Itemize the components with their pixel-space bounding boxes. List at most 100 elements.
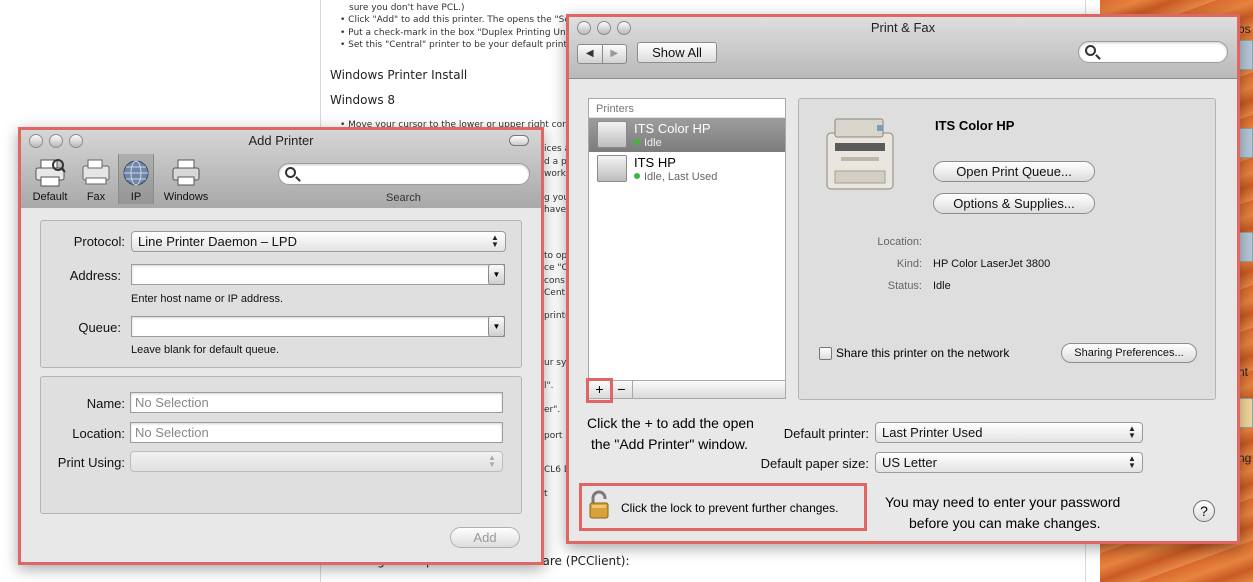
doc-line: sure you don't have PCL.) <box>349 3 465 13</box>
toolbar-windows[interactable]: Windows <box>159 158 213 203</box>
toolbar-fax-label: Fax <box>86 191 106 203</box>
toolbar-ip[interactable]: IP <box>118 154 154 204</box>
toolbar-default[interactable]: Default <box>27 158 73 203</box>
print-fax-search-field[interactable] <box>1078 41 1228 63</box>
print-fax-search-input[interactable] <box>1099 44 1221 60</box>
desktop-icon-label: ng <box>1238 451 1252 465</box>
name-placeholder: No Selection <box>135 395 209 410</box>
fax-icon <box>80 158 112 188</box>
address-field[interactable]: ▼ <box>131 264 505 285</box>
address-hint: Enter host name or IP address. <box>131 293 284 305</box>
printer-list: Printers ITS Color HP Idle ITS HP Idle, … <box>588 98 786 381</box>
paper-size-label: Default paper size: <box>760 456 869 471</box>
doc-heading: Windows 8 <box>330 93 396 107</box>
doc-fragment: l". <box>544 381 554 391</box>
paper-size-value: US Letter <box>882 455 937 470</box>
print-using-popup[interactable]: ▲ ▼ <box>130 451 503 472</box>
queue-label: Queue: <box>78 320 121 335</box>
minimize-button[interactable] <box>49 134 63 148</box>
window-title: Add Printer <box>248 133 314 148</box>
sharing-preferences-button[interactable]: Sharing Preferences... <box>1061 343 1197 363</box>
add-button-highlight <box>586 378 613 403</box>
share-printer-label: Share this printer on the network <box>836 346 1010 360</box>
back-arrow-icon[interactable]: ◀ <box>578 45 602 63</box>
toolbar-ip-label: IP <box>130 191 142 203</box>
window-controls <box>577 21 631 35</box>
printer-row-its-hp[interactable]: ITS HP Idle, Last Used <box>589 152 785 186</box>
toolbar-windows-label: Windows <box>163 191 209 203</box>
doc-heading: Windows Printer Install <box>330 68 468 82</box>
location-field[interactable]: No Selection <box>130 422 503 443</box>
protocol-label: Protocol: <box>73 234 125 249</box>
open-print-queue-button[interactable]: Open Print Queue... <box>933 161 1095 182</box>
doc-line-text: Click "Add" to add this printer. The ope… <box>348 15 580 25</box>
forward-arrow-icon[interactable]: ▶ <box>601 45 627 63</box>
close-button[interactable] <box>29 134 43 148</box>
doc-line: • Put a check-mark in the box "Duplex Pr… <box>340 28 579 38</box>
name-field[interactable]: No Selection <box>130 392 503 413</box>
printer-list-header: Printers <box>589 99 785 118</box>
queue-field[interactable]: ▼ <box>131 316 505 337</box>
minimize-button[interactable] <box>597 21 611 35</box>
toolbar-toggle-button[interactable] <box>509 135 529 146</box>
printer-icon <box>34 158 66 188</box>
remove-printer-button[interactable]: − <box>611 381 633 399</box>
doc-fragment: port <box>544 431 563 441</box>
add-printer-search-field[interactable] <box>278 163 530 185</box>
printer-list-footer: + − <box>588 381 786 399</box>
status-dot-icon <box>634 173 640 179</box>
updown-arrows-icon: ▲ ▼ <box>491 233 499 249</box>
updown-arrows-icon: ▲ ▼ <box>1128 424 1136 440</box>
default-printer-popup[interactable]: Last Printer Used ▲ ▼ <box>875 422 1143 443</box>
doc-line-text: Set this "Central" printer to be your de… <box>348 40 580 50</box>
printer-row-its-color-hp[interactable]: ITS Color HP Idle <box>589 118 785 152</box>
back-forward-buttons: ◀ ▶ <box>577 44 627 64</box>
lock-icon <box>588 490 610 523</box>
queue-hint: Leave blank for default queue. <box>131 344 280 356</box>
chevron-down-icon[interactable]: ▼ <box>488 316 505 337</box>
printer-icon <box>597 121 627 148</box>
printer-image <box>821 113 899 193</box>
updown-arrows-icon: ▲ ▼ <box>488 453 496 469</box>
help-button[interactable]: ? <box>1193 500 1215 522</box>
close-button[interactable] <box>577 21 591 35</box>
lock-area[interactable]: Click the lock to prevent further change… <box>579 483 867 531</box>
doc-line: • Set this "Central" printer to be your … <box>340 40 580 50</box>
toolbar-default-label: Default <box>32 191 68 203</box>
updown-arrows-icon: ▲ ▼ <box>1128 454 1136 470</box>
print-fax-titlebar: Print & Fax <box>569 17 1237 39</box>
password-note-line-2: before you can make changes. <box>909 515 1101 531</box>
protocol-popup[interactable]: Line Printer Daemon – LPD ▲ ▼ <box>131 231 506 252</box>
status-key: Status: <box>887 280 922 292</box>
search-icon <box>1085 45 1096 56</box>
zoom-button[interactable] <box>617 21 631 35</box>
printer-icon <box>597 155 627 182</box>
paper-size-popup[interactable]: US Letter ▲ ▼ <box>875 452 1143 473</box>
windows-printer-icon <box>170 158 202 188</box>
address-label: Address: <box>69 268 121 283</box>
show-all-button[interactable]: Show All <box>637 42 717 63</box>
printer-status: Idle, Last Used <box>634 171 717 183</box>
add-printer-search-input[interactable] <box>299 166 523 182</box>
options-supplies-button[interactable]: Options & Supplies... <box>933 193 1095 214</box>
name-label: Name: <box>86 396 125 411</box>
printer-name: ITS HP <box>634 155 676 170</box>
doc-fragment: work <box>544 169 566 179</box>
chevron-down-icon[interactable]: ▼ <box>488 264 505 285</box>
search-label: Search <box>386 192 421 204</box>
printer-status-text: Idle, Last Used <box>644 171 718 183</box>
add-printer-window: Add Printer Default Fax IP Windows Searc… <box>18 127 544 565</box>
toolbar-fax[interactable]: Fax <box>77 158 115 203</box>
printer-status-text: Idle <box>644 137 662 149</box>
add-button[interactable]: Add <box>450 527 520 548</box>
zoom-button[interactable] <box>69 134 83 148</box>
default-printer-label: Default printer: <box>783 426 869 441</box>
status-dot-icon <box>634 139 640 145</box>
add-printer-titlebar: Add Printer <box>21 130 541 152</box>
doc-fragment: ce "C <box>544 263 568 273</box>
share-printer-checkbox[interactable] <box>819 347 832 360</box>
help-icon: ? <box>1200 503 1208 519</box>
doc-fragment: er". <box>544 405 561 415</box>
location-label: Location: <box>72 426 125 441</box>
default-printer-value: Last Printer Used <box>882 425 983 440</box>
